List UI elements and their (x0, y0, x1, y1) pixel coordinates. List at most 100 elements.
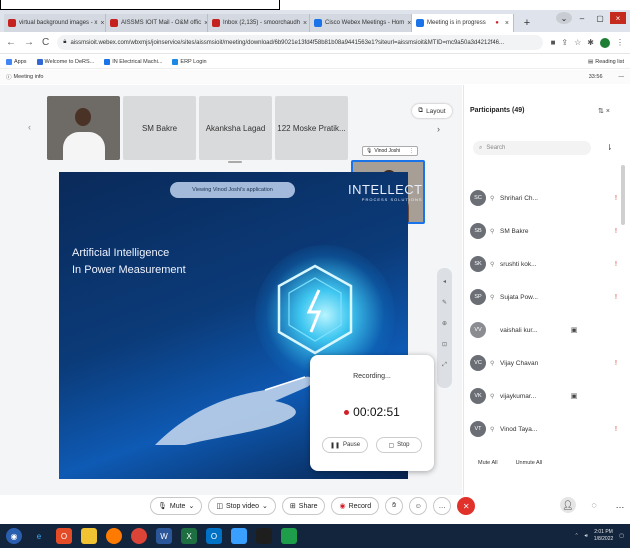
file-explorer-icon[interactable] (81, 528, 97, 544)
more-icon[interactable]: ⋮ (409, 148, 414, 154)
forward-icon[interactable]: → (24, 37, 34, 48)
participants-scrollbar[interactable] (621, 165, 625, 225)
maximize-icon[interactable]: ▢ (592, 12, 608, 24)
reload-icon[interactable]: C (42, 37, 49, 48)
sort-icon[interactable]: ⇂ (606, 143, 613, 152)
expand-icon[interactable]: ⤢ (442, 362, 447, 369)
fit-icon[interactable]: ⊡ (442, 341, 447, 348)
participant-status-icon: ! (615, 260, 617, 268)
close-icon[interactable]: × (407, 20, 411, 27)
new-tab-button[interactable]: + (518, 14, 536, 32)
participant-row[interactable]: VT ⚲ Vinod Taya...! (470, 419, 620, 439)
bookmark-electrical[interactable]: IN Electrical Machi... (104, 58, 162, 65)
browser-tab-2[interactable]: AISSMS IOIT Mail - O&M offic × (106, 14, 208, 32)
mute-all-button[interactable]: Mute All (478, 460, 498, 466)
leave-meeting-button[interactable]: ✕ (457, 497, 476, 515)
avatar[interactable] (600, 37, 610, 48)
extensions-icon[interactable]: ✱ (587, 38, 594, 47)
video-thumbnail-1[interactable] (47, 96, 120, 160)
share-icon[interactable]: ⇪ (561, 38, 568, 47)
bookmark-ders[interactable]: Welcome to DeRS... (36, 58, 95, 65)
video-thumbnail-3[interactable]: Akanksha Lagad (199, 96, 272, 160)
app-icon[interactable] (281, 528, 297, 544)
unmute-all-button[interactable]: Unmute All (516, 460, 543, 466)
participant-row[interactable]: VK ⚲ vijaykumar... ▣ (470, 386, 620, 406)
annotation-toolbar: ◂ ✎ ⊕ ⊡ ⤢ (437, 268, 452, 388)
close-icon[interactable]: × (505, 20, 509, 27)
browser-tab-4[interactable]: Cisco Webex Meetings - Hom × (310, 14, 412, 32)
back-icon[interactable]: ← (6, 37, 16, 48)
thumb-scroll-left-icon[interactable]: ‹ (28, 122, 31, 132)
mic-muted-icon: ⚲ (490, 393, 495, 400)
tray-arrow-icon[interactable]: ⌃ (574, 533, 578, 539)
notification-icon[interactable]: ▢ (619, 533, 624, 539)
participant-row[interactable]: VC ⚲ Vijay Chavan! (470, 353, 620, 373)
firefox-icon[interactable] (106, 528, 122, 544)
word-icon[interactable]: W (156, 528, 172, 544)
chevron-down-icon[interactable]: ⌄ (262, 502, 268, 510)
bookmark-label: Welcome to DeRS... (44, 58, 95, 65)
video-thumbnail-4[interactable]: 122 Moske Pratik... (275, 96, 348, 160)
ie-icon[interactable]: e (31, 528, 47, 544)
stop-video-button[interactable]: ◫ Stop video ⌄ (208, 497, 276, 515)
more-icon[interactable]: … (612, 497, 628, 513)
recording-dot-icon (344, 409, 350, 415)
participants-toggle-icon[interactable]: 👤︎ (560, 497, 576, 513)
chat-icon[interactable]: ◌ (586, 497, 602, 513)
participant-row[interactable]: SK ⚲ srushti kok...! (470, 254, 620, 274)
pointer-icon[interactable]: ◂ (443, 278, 446, 285)
reactions-button[interactable]: ✋︎ (385, 497, 404, 515)
participant-row[interactable]: SB ⚲ SM Bakre! (470, 221, 620, 241)
participant-row[interactable]: SC ⚲ Shrihari Ch...! (470, 188, 620, 208)
menu-icon[interactable]: ⋮ (616, 38, 624, 47)
browser-tab-1[interactable]: virtual background images - x × (4, 14, 106, 32)
clock[interactable]: 2:01 PM 1/8/2022 (594, 529, 613, 543)
bookmark-erp[interactable]: ERP Login (172, 58, 207, 65)
close-window-icon[interactable]: × (610, 12, 626, 24)
bookmark-apps[interactable]: Apps (6, 58, 27, 65)
browser-tab-3[interactable]: Inbox (2,135) - smoorchaudh × (208, 14, 310, 32)
camera-icon[interactable]: ■ (551, 38, 556, 47)
speaker-icon[interactable]: 🔊︎ (585, 533, 588, 539)
participant-search-field[interactable]: ⌕ Search (473, 141, 591, 155)
participant-status-icon: ! (615, 194, 617, 202)
pause-recording-button[interactable]: ❚❚ Pause (322, 437, 368, 453)
url-field[interactable]: 🔒︎ aissmsioit.webex.com/wbxmjs/joinservi… (57, 35, 543, 50)
browser-tab-5[interactable]: Meeting is in progress ● × (412, 14, 514, 32)
zoom-icon[interactable]: ⊕ (442, 320, 447, 327)
terminal-icon[interactable] (256, 528, 272, 544)
minimize-panel-icon[interactable]: — (619, 74, 625, 80)
star-icon[interactable]: ☆ (574, 38, 581, 47)
video-thumbnail-2[interactable]: SM Bakre (123, 96, 196, 160)
close-icon[interactable]: × (303, 20, 307, 27)
excel-icon[interactable]: X (181, 528, 197, 544)
close-icon[interactable]: × (100, 20, 104, 27)
reading-list[interactable]: ▤ Reading list (588, 59, 624, 65)
close-icon[interactable]: × (606, 108, 610, 115)
mute-button[interactable]: 🎙︎ Mute ⌄ (150, 497, 203, 515)
more-options-button[interactable]: … (433, 497, 452, 515)
thumb-scroll-right-icon[interactable]: › (437, 124, 440, 134)
stop-recording-button[interactable]: ▢ Stop (376, 437, 422, 453)
mic-muted-icon: ⚲ (490, 228, 495, 235)
profile-dropdown-icon[interactable]: ⌄ (556, 12, 572, 24)
participant-row[interactable]: SP ⚲ Sujata Pow...! (470, 287, 620, 307)
record-button[interactable]: ◉ Record (331, 497, 380, 515)
photos-icon[interactable] (231, 528, 247, 544)
chevron-down-icon[interactable]: ⌄ (188, 502, 194, 510)
layout-button[interactable]: ⧉ Layout (412, 104, 452, 118)
start-icon[interactable]: ◉ (6, 528, 22, 544)
minimize-icon[interactable]: – (574, 12, 590, 24)
url-text: aissmsioit.webex.com/wbxmjs/joinservice/… (70, 39, 505, 46)
tab-label: Cisco Webex Meetings - Hom (325, 20, 405, 26)
office-icon[interactable]: O (56, 528, 72, 544)
emoji-button[interactable]: ☺ (409, 497, 428, 515)
popout-icon[interactable]: ⇅ (598, 108, 604, 115)
resize-handle[interactable] (228, 161, 242, 163)
share-button[interactable]: ⊞ Share (281, 497, 326, 515)
participant-row[interactable]: VV vaishali kur... ▣ (470, 320, 620, 340)
outlook-icon[interactable]: O (206, 528, 222, 544)
meeting-info-link[interactable]: Meeting info (14, 74, 44, 80)
pen-icon[interactable]: ✎ (442, 299, 447, 306)
chrome-icon[interactable] (131, 528, 147, 544)
